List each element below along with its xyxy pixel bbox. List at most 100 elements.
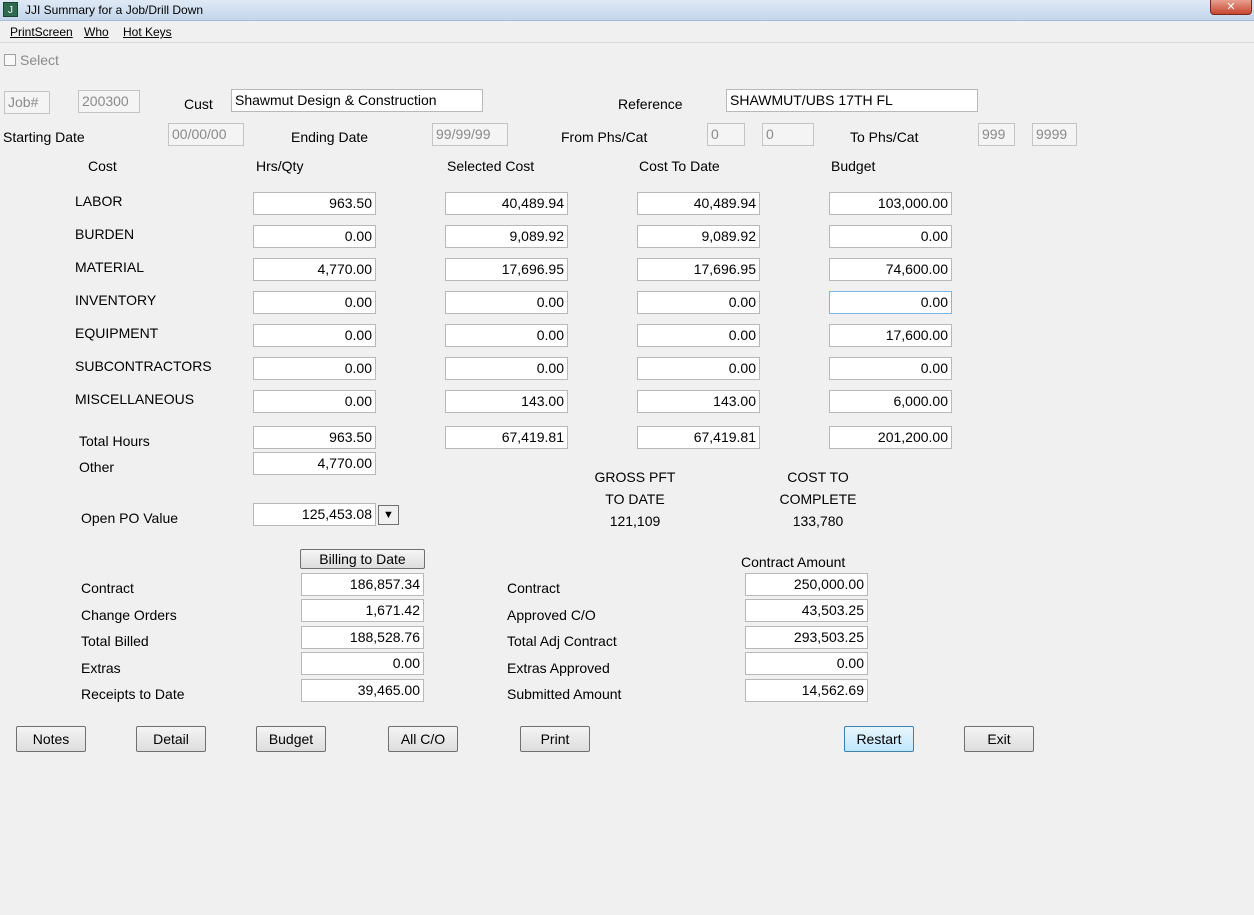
- billing-extras-field[interactable]: 0.00: [301, 652, 424, 675]
- menu-printscreen[interactable]: PrintScreen: [10, 25, 73, 39]
- hrs-qty-field[interactable]: 0.00: [253, 324, 376, 347]
- total-hours-label: Total Hours: [79, 433, 150, 449]
- app-icon: J: [3, 2, 18, 17]
- selected-cost-field[interactable]: 0.00: [445, 291, 568, 314]
- selected-cost-field[interactable]: 143.00: [445, 390, 568, 413]
- gross-pft-line1: GROSS PFT: [594, 469, 676, 485]
- billing-contract-field[interactable]: 186,857.34: [301, 573, 424, 596]
- close-button[interactable]: ✕: [1210, 0, 1252, 15]
- starting-date-field[interactable]: 00/00/00: [168, 123, 244, 146]
- billing-receipts-field[interactable]: 39,465.00: [301, 679, 424, 702]
- selected-cost-field[interactable]: 40,489.94: [445, 192, 568, 215]
- cost-row-label: BURDEN: [75, 226, 135, 242]
- billing-total-billed-label: Total Billed: [81, 633, 149, 649]
- cost-row-label: SUBCONTRACTORS: [75, 358, 212, 374]
- cost-to-complete-block: COST TO COMPLETE 133,780: [763, 466, 873, 532]
- billing-receipts-label: Receipts to Date: [81, 686, 185, 702]
- contract-amount-header: Contract Amount: [741, 554, 846, 570]
- gross-pft-line2: TO DATE: [605, 491, 665, 507]
- title-bar: J JJI Summary for a Job/Drill Down ✕: [0, 0, 1254, 21]
- total-selected-cost-field[interactable]: 67,419.81: [445, 426, 568, 449]
- cost-to-complete-value: 133,780: [792, 513, 844, 529]
- approved-co-field[interactable]: 43,503.25: [745, 599, 868, 622]
- open-po-dropdown-button[interactable]: ▼: [378, 505, 399, 525]
- cost-row-label: MISCELLANEOUS: [75, 391, 195, 407]
- total-hours-field[interactable]: 963.50: [253, 426, 376, 449]
- cust-label: Cust: [184, 96, 213, 112]
- submitted-amount-field[interactable]: 14,562.69: [745, 679, 868, 702]
- selected-cost-field[interactable]: 17,696.95: [445, 258, 568, 281]
- from-phase-field[interactable]: 0: [707, 123, 745, 146]
- notes-button[interactable]: Notes: [16, 726, 86, 752]
- budget-field[interactable]: 0.00: [829, 291, 952, 314]
- hrs-qty-field[interactable]: 963.50: [253, 192, 376, 215]
- all-co-button[interactable]: All C/O: [388, 726, 458, 752]
- budget-field[interactable]: 0.00: [829, 225, 952, 248]
- total-cost-to-date-field[interactable]: 67,419.81: [637, 426, 760, 449]
- select-checkbox[interactable]: [4, 54, 16, 66]
- budget-button[interactable]: Budget: [256, 726, 326, 752]
- billing-extras-label: Extras: [81, 660, 121, 676]
- customer-field[interactable]: Shawmut Design & Construction: [231, 89, 483, 112]
- hrs-qty-field[interactable]: 0.00: [253, 225, 376, 248]
- hrs-qty-field[interactable]: 4,770.00: [253, 258, 376, 281]
- cost-to-date-field[interactable]: 17,696.95: [637, 258, 760, 281]
- cost-to-complete-line1: COST TO: [787, 469, 849, 485]
- to-phs-cat-label: To Phs/Cat: [850, 129, 919, 145]
- cost-to-date-field[interactable]: 0.00: [637, 291, 760, 314]
- budget-field[interactable]: 6,000.00: [829, 390, 952, 413]
- hrs-qty-field[interactable]: 0.00: [253, 390, 376, 413]
- cost-to-date-field[interactable]: 0.00: [637, 324, 760, 347]
- total-budget-field[interactable]: 201,200.00: [829, 426, 952, 449]
- cost-to-date-field[interactable]: 9,089.92: [637, 225, 760, 248]
- hrs-qty-field[interactable]: 0.00: [253, 357, 376, 380]
- gross-profit-block: GROSS PFT TO DATE 121,109: [580, 466, 690, 532]
- open-po-field[interactable]: 125,453.08: [253, 503, 376, 526]
- restart-button[interactable]: Restart: [844, 726, 914, 752]
- job-label-box: Job#: [4, 91, 50, 114]
- contract-field[interactable]: 250,000.00: [745, 573, 868, 596]
- exit-button[interactable]: Exit: [964, 726, 1034, 752]
- ending-date-field[interactable]: 99/99/99: [432, 123, 508, 146]
- from-category-field[interactable]: 0: [762, 123, 814, 146]
- submitted-amount-label: Submitted Amount: [507, 686, 622, 702]
- column-header-hrs-qty: Hrs/Qty: [256, 158, 304, 174]
- reference-field[interactable]: SHAWMUT/UBS 17TH FL: [726, 89, 978, 112]
- cost-row-label: EQUIPMENT: [75, 325, 159, 341]
- to-phase-field[interactable]: 999: [978, 123, 1015, 146]
- contract-label: Contract: [507, 580, 560, 596]
- menu-who[interactable]: Who: [84, 25, 109, 39]
- other-field[interactable]: 4,770.00: [253, 452, 376, 475]
- cost-row-label: INVENTORY: [75, 292, 157, 308]
- selected-cost-field[interactable]: 0.00: [445, 357, 568, 380]
- total-adj-contract-field[interactable]: 293,503.25: [745, 626, 868, 649]
- cost-to-complete-line2: COMPLETE: [779, 491, 857, 507]
- budget-field[interactable]: 17,600.00: [829, 324, 952, 347]
- total-adj-contract-label: Total Adj Contract: [507, 633, 617, 649]
- budget-field[interactable]: 103,000.00: [829, 192, 952, 215]
- approved-co-label: Approved C/O: [507, 607, 596, 623]
- cost-row-label: LABOR: [75, 193, 123, 209]
- column-header-cost-to-date: Cost To Date: [639, 158, 720, 174]
- billing-to-date-button[interactable]: Billing to Date: [300, 549, 425, 569]
- to-category-field[interactable]: 9999: [1032, 123, 1077, 146]
- job-number-field[interactable]: 200300: [78, 90, 140, 113]
- detail-button[interactable]: Detail: [136, 726, 206, 752]
- selected-cost-field[interactable]: 9,089.92: [445, 225, 568, 248]
- hrs-qty-field[interactable]: 0.00: [253, 291, 376, 314]
- extras-approved-field[interactable]: 0.00: [745, 652, 868, 675]
- cost-to-date-field[interactable]: 143.00: [637, 390, 760, 413]
- menu-hot-keys[interactable]: Hot Keys: [123, 25, 172, 39]
- billing-change-orders-field[interactable]: 1,671.42: [301, 599, 424, 622]
- billing-total-billed-field[interactable]: 188,528.76: [301, 626, 424, 649]
- column-header-cost: Cost: [88, 158, 117, 174]
- window-title: JJI Summary for a Job/Drill Down: [25, 3, 204, 17]
- budget-field[interactable]: 0.00: [829, 357, 952, 380]
- cost-to-date-field[interactable]: 40,489.94: [637, 192, 760, 215]
- selected-cost-field[interactable]: 0.00: [445, 324, 568, 347]
- cost-to-date-field[interactable]: 0.00: [637, 357, 760, 380]
- gross-pft-value: 121,109: [609, 513, 661, 529]
- print-button[interactable]: Print: [520, 726, 590, 752]
- column-header-selected-cost: Selected Cost: [447, 158, 535, 174]
- budget-field[interactable]: 74,600.00: [829, 258, 952, 281]
